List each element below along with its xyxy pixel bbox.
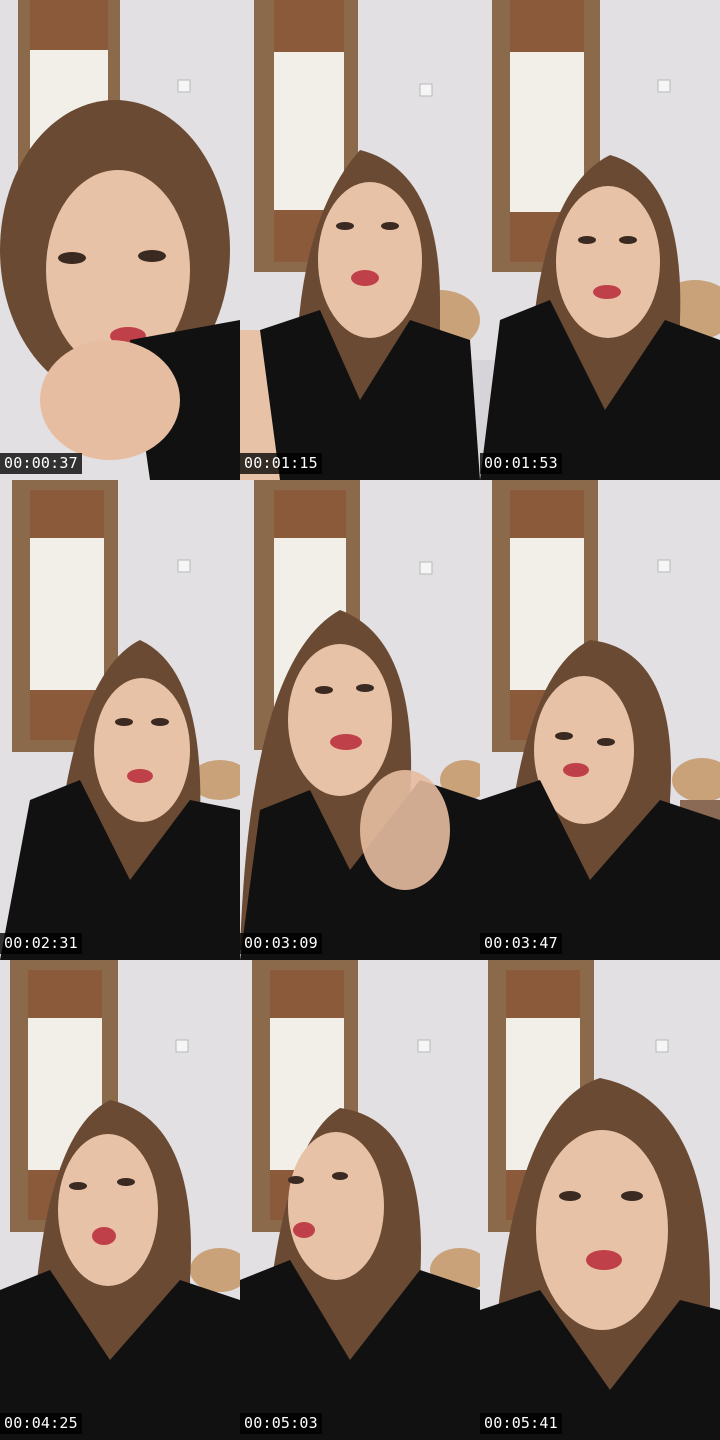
frame-image bbox=[480, 0, 720, 480]
frame-image bbox=[240, 480, 480, 960]
video-frame-thumbnail[interactable]: 00:03:47 bbox=[480, 480, 720, 960]
timestamp-label: 00:04:25 bbox=[0, 1413, 82, 1434]
timestamp-label: 00:03:09 bbox=[240, 933, 322, 954]
video-frame-thumbnail[interactable]: 00:05:03 bbox=[240, 960, 480, 1440]
thumbnail-grid: 00:00:37 00:01:15 00:01:53 00:02:31 00:0… bbox=[0, 0, 720, 1440]
timestamp-label: 00:03:47 bbox=[480, 933, 562, 954]
video-frame-thumbnail[interactable]: 00:00:37 bbox=[0, 0, 240, 480]
frame-image bbox=[480, 480, 720, 960]
frame-image bbox=[0, 0, 240, 480]
video-frame-thumbnail[interactable]: 00:05:41 bbox=[480, 960, 720, 1440]
frame-image bbox=[240, 960, 480, 1440]
video-frame-thumbnail[interactable]: 00:02:31 bbox=[0, 480, 240, 960]
video-frame-thumbnail[interactable]: 00:03:09 bbox=[240, 480, 480, 960]
frame-image bbox=[0, 960, 240, 1440]
timestamp-label: 00:00:37 bbox=[0, 453, 82, 474]
timestamp-label: 00:01:15 bbox=[240, 453, 322, 474]
timestamp-label: 00:02:31 bbox=[0, 933, 82, 954]
timestamp-label: 00:05:03 bbox=[240, 1413, 322, 1434]
timestamp-label: 00:01:53 bbox=[480, 453, 562, 474]
timestamp-label: 00:05:41 bbox=[480, 1413, 562, 1434]
frame-image bbox=[480, 960, 720, 1440]
video-frame-thumbnail[interactable]: 00:01:53 bbox=[480, 0, 720, 480]
video-frame-thumbnail[interactable]: 00:04:25 bbox=[0, 960, 240, 1440]
frame-image bbox=[0, 480, 240, 960]
video-frame-thumbnail[interactable]: 00:01:15 bbox=[240, 0, 480, 480]
frame-image bbox=[240, 0, 480, 480]
